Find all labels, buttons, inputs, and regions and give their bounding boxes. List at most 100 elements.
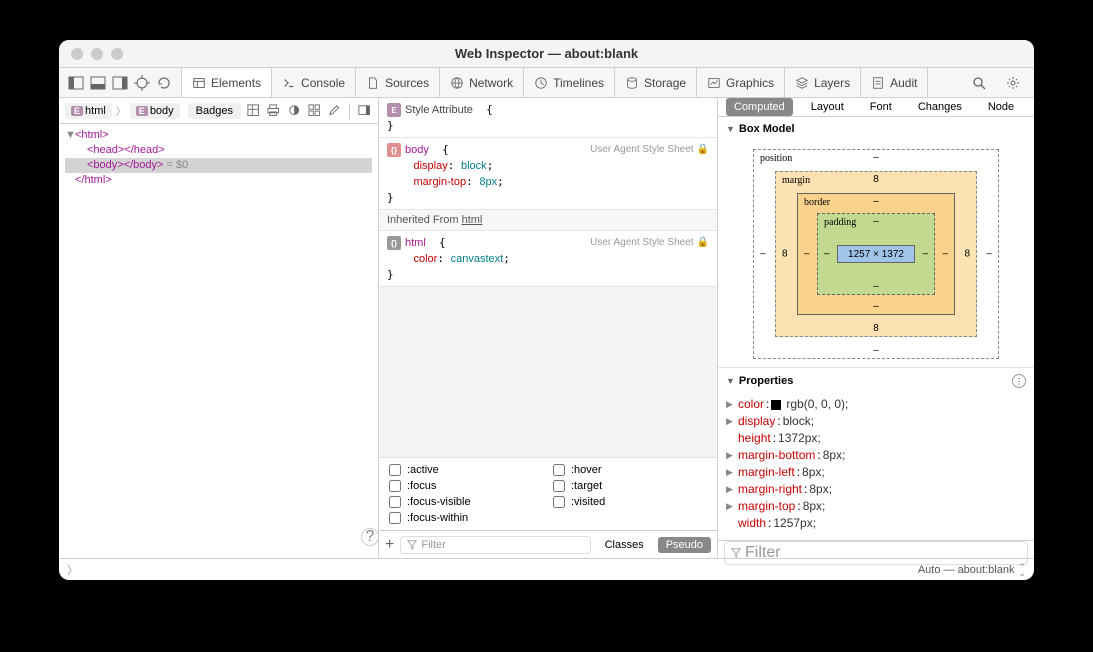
crumb-html[interactable]: Ehtml bbox=[65, 103, 112, 119]
side-tab-node[interactable]: Node bbox=[980, 98, 1022, 116]
inspector-window: Web Inspector — about:blank Elements Con… bbox=[59, 40, 1034, 580]
tab-storage[interactable]: Storage bbox=[615, 68, 697, 97]
computed-property[interactable]: height: 1372px; bbox=[726, 430, 1026, 447]
tab-timelines-label: Timelines bbox=[553, 76, 604, 90]
tab-console[interactable]: Console bbox=[272, 68, 356, 97]
chevron-right-icon: 〉 bbox=[116, 103, 126, 118]
layout-mode-icon[interactable] bbox=[247, 103, 259, 119]
box-model-diagram: position – – – – margin 8 8 8 8 bord bbox=[718, 141, 1034, 367]
pseudo-hover[interactable]: :hover bbox=[553, 464, 707, 476]
side-tab-layout[interactable]: Layout bbox=[803, 98, 852, 116]
side-tab-font[interactable]: Font bbox=[862, 98, 900, 116]
ua-stylesheet-label: User Agent Style Sheet🔒 bbox=[590, 142, 709, 157]
tab-elements[interactable]: Elements bbox=[182, 68, 272, 97]
minimize-window-button[interactable] bbox=[91, 48, 103, 60]
dom-line[interactable]: ▼<html> bbox=[65, 128, 372, 143]
close-window-button[interactable] bbox=[71, 48, 83, 60]
tab-audit[interactable]: Audit bbox=[861, 68, 928, 97]
pseudo-focus[interactable]: :focus bbox=[389, 480, 543, 492]
settings-icon[interactable] bbox=[1005, 75, 1021, 91]
status-bar: 〉 Auto — about:blank ⌃⌄ bbox=[59, 558, 1034, 580]
crumb-body-label: body bbox=[150, 105, 174, 117]
dom-tree[interactable]: ▼<html> <head></head> <body></body> = $0… bbox=[59, 124, 378, 558]
pseudo-visited[interactable]: :visited bbox=[553, 496, 707, 508]
details-sidebar: Computed Layout Font Changes Node Layers… bbox=[718, 98, 1034, 558]
help-icon[interactable]: ? bbox=[361, 528, 379, 546]
top-toolbar: Elements Console Sources Network Timelin… bbox=[59, 68, 1034, 98]
dock-group bbox=[59, 68, 182, 97]
styles-bottom-bar: + Filter Classes Pseudo bbox=[379, 530, 717, 558]
style-attribute-rule[interactable]: EStyle Attribute {} bbox=[379, 98, 717, 138]
breadcrumb-chevron-icon[interactable]: 〉 bbox=[67, 562, 78, 578]
pseudo-focus-visible[interactable]: :focus-visible bbox=[389, 496, 543, 508]
inherited-from: Inherited From html bbox=[379, 210, 717, 231]
tab-layers-label: Layers bbox=[814, 76, 850, 90]
title-bar: Web Inspector — about:blank bbox=[59, 40, 1034, 68]
dom-line[interactable]: </html> bbox=[65, 173, 372, 188]
body-rule[interactable]: User Agent Style Sheet🔒 {}body { display… bbox=[379, 138, 717, 210]
tab-console-label: Console bbox=[301, 76, 345, 90]
lock-icon: 🔒 bbox=[697, 235, 709, 250]
tab-elements-label: Elements bbox=[211, 76, 261, 90]
tab-audit-label: Audit bbox=[890, 76, 917, 90]
tab-layers[interactable]: Layers bbox=[785, 68, 861, 97]
tab-sources[interactable]: Sources bbox=[356, 68, 440, 97]
side-tabs: Computed Layout Font Changes Node Layers bbox=[718, 98, 1034, 117]
box-model-heading[interactable]: ▼Box Model bbox=[718, 117, 1034, 141]
pseudo-active[interactable]: :active bbox=[389, 464, 543, 476]
traffic-lights bbox=[71, 48, 123, 60]
dock-bottom-icon[interactable] bbox=[90, 75, 106, 91]
side-tab-changes[interactable]: Changes bbox=[910, 98, 970, 116]
inherited-from-link[interactable]: html bbox=[462, 214, 483, 226]
html-rule[interactable]: User Agent Style Sheet🔒 {}html { color: … bbox=[379, 231, 717, 287]
tab-network[interactable]: Network bbox=[440, 68, 524, 97]
classes-toggle[interactable]: Classes bbox=[597, 537, 652, 553]
dock-left-icon[interactable] bbox=[68, 75, 84, 91]
edit-icon[interactable] bbox=[328, 103, 340, 119]
computed-property[interactable]: ▶margin-top: 8px; bbox=[726, 498, 1026, 515]
dom-line-selected[interactable]: <body></body> = $0 bbox=[65, 158, 372, 173]
elements-panel: Ehtml 〉 Ebody Badges ▼<html> <head></hea… bbox=[59, 98, 379, 558]
crumb-body[interactable]: Ebody bbox=[130, 103, 180, 119]
reload-icon[interactable] bbox=[156, 75, 172, 91]
dock-right-icon[interactable] bbox=[112, 75, 128, 91]
badges-button[interactable]: Badges bbox=[188, 103, 241, 119]
side-tab-layers[interactable]: Layers bbox=[1032, 98, 1034, 116]
pseudo-target[interactable]: :target bbox=[553, 480, 707, 492]
pseudo-toggle[interactable]: Pseudo bbox=[658, 537, 711, 553]
tab-graphics[interactable]: Graphics bbox=[697, 68, 785, 97]
grid-icon[interactable] bbox=[308, 103, 320, 119]
crumb-html-label: html bbox=[85, 105, 106, 117]
search-icon[interactable] bbox=[971, 75, 987, 91]
window-title: Web Inspector — about:blank bbox=[59, 46, 1034, 61]
print-icon[interactable] bbox=[267, 103, 279, 119]
computed-property[interactable]: ▶color: rgb(0, 0, 0); bbox=[726, 396, 1026, 413]
properties-filter-icon[interactable]: ⋮ bbox=[1012, 374, 1026, 388]
toggle-sidebar-icon[interactable] bbox=[358, 103, 370, 119]
element-picker-icon[interactable] bbox=[134, 75, 150, 91]
properties-heading[interactable]: ▼Properties ⋮ bbox=[718, 367, 1034, 394]
new-rule-button[interactable]: + bbox=[385, 536, 394, 554]
tab-network-label: Network bbox=[469, 76, 513, 90]
tab-graphics-label: Graphics bbox=[726, 76, 774, 90]
pseudo-focus-within[interactable]: :focus-within bbox=[389, 512, 543, 524]
pseudo-class-toggles: :active :hover :focus :target :focus-vis… bbox=[379, 457, 717, 530]
computed-property[interactable]: width: 1257px; bbox=[726, 515, 1026, 532]
computed-property[interactable]: ▶display: block; bbox=[726, 413, 1026, 430]
tab-timelines[interactable]: Timelines bbox=[524, 68, 615, 97]
appearance-icon[interactable] bbox=[288, 103, 300, 119]
side-tab-computed[interactable]: Computed bbox=[726, 98, 793, 116]
main-area: Ehtml 〉 Ebody Badges ▼<html> <head></hea… bbox=[59, 98, 1034, 558]
styles-filter-input[interactable]: Filter bbox=[400, 536, 590, 554]
computed-property[interactable]: ▶margin-right: 8px; bbox=[726, 481, 1026, 498]
box-model-content: 1257 × 1372 bbox=[837, 245, 915, 263]
lock-icon: 🔒 bbox=[697, 142, 709, 157]
zoom-window-button[interactable] bbox=[111, 48, 123, 60]
tab-sources-label: Sources bbox=[385, 76, 429, 90]
computed-property[interactable]: ▶margin-left: 8px; bbox=[726, 464, 1026, 481]
dom-line[interactable]: <head></head> bbox=[65, 143, 372, 158]
elements-toolbar: Ehtml 〉 Ebody Badges bbox=[59, 98, 378, 124]
computed-property[interactable]: ▶margin-bottom: 8px; bbox=[726, 447, 1026, 464]
status-right[interactable]: Auto — about:blank bbox=[918, 564, 1015, 576]
stepper-icon[interactable]: ⌃⌄ bbox=[1018, 564, 1026, 576]
